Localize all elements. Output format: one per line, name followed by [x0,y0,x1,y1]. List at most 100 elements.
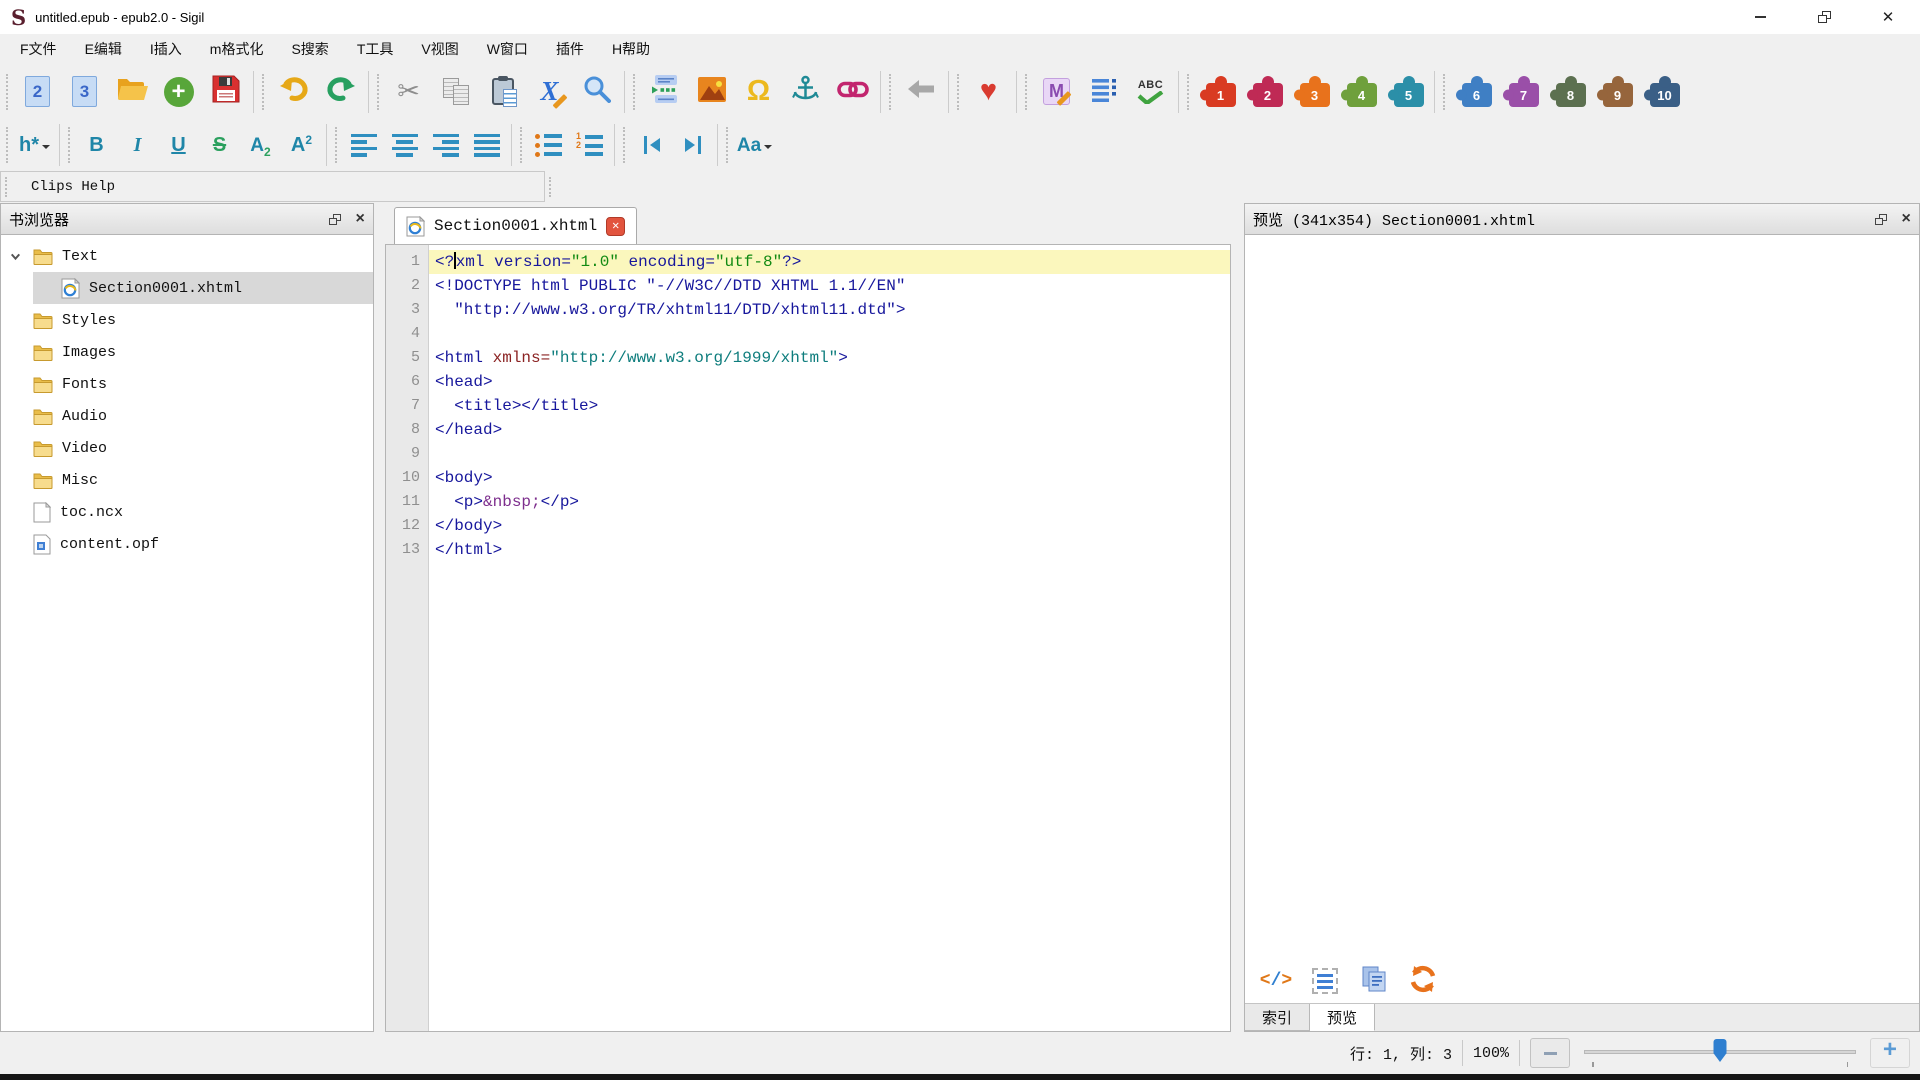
menu-item[interactable]: E编辑 [71,35,136,63]
code-line-7[interactable]: 7 <title></title> [386,394,1230,418]
redo-button[interactable] [317,69,364,115]
code-line-13[interactable]: 13</html> [386,538,1230,562]
inspect-code-button[interactable]: </> [1259,964,1293,998]
delete-button[interactable]: X [526,69,573,115]
chevron-down-icon[interactable] [9,250,33,263]
find-button[interactable] [573,69,620,115]
code-line-6[interactable]: 6<head> [386,370,1230,394]
minimize-button[interactable] [1728,0,1792,34]
subscript-button[interactable]: A2 [240,124,281,166]
indent-button[interactable] [672,124,713,166]
new-epub3-button[interactable]: 3 [61,69,108,115]
toolbar-grip[interactable] [5,177,7,197]
align-left-button[interactable] [343,124,384,166]
menu-item[interactable]: m格式化 [196,35,278,63]
plugin-3-button[interactable]: 3 [1289,69,1336,115]
code-line-2[interactable]: 2<!DOCTYPE html PUBLIC "-//W3C//DTD XHTM… [386,274,1230,298]
tree-item-text[interactable]: Text [1,240,373,272]
bold-button[interactable]: B [76,124,117,166]
copy-selection-button[interactable] [1357,964,1391,998]
cut-button[interactable]: ✂ [385,69,432,115]
tree-item-images[interactable]: Images [1,336,373,368]
italic-button[interactable]: I [117,124,158,166]
menu-item[interactable]: T工具 [343,35,408,63]
code-line-8[interactable]: 8</head> [386,418,1230,442]
toolbar-grip[interactable] [726,127,728,163]
underline-button[interactable]: U [158,124,199,166]
back-button[interactable] [897,69,944,115]
menu-item[interactable]: I插入 [136,35,196,63]
toolbar-grip[interactable] [335,127,337,163]
tree-item-styles[interactable]: Styles [1,304,373,336]
tree-item-content-opf[interactable]: content.opf [1,528,373,560]
bullet-list-button[interactable] [528,124,569,166]
code-line-10[interactable]: 10<body> [386,466,1230,490]
toolbar-grip[interactable] [262,74,264,110]
tree-item-toc-ncx[interactable]: toc.ncx [1,496,373,528]
plugin-6-button[interactable]: 6 [1451,69,1498,115]
menu-item[interactable]: W窗口 [473,35,542,63]
toolbar-grip[interactable] [549,177,551,197]
float-panel-icon[interactable] [329,214,341,225]
tab-index[interactable]: 索引 [1245,1004,1310,1031]
close-panel-icon[interactable]: × [355,211,365,227]
outdent-button[interactable] [631,124,672,166]
code-line-4[interactable]: 4 [386,322,1230,346]
restore-button[interactable] [1792,0,1856,34]
split-at-cursor-button[interactable] [641,69,688,115]
tree-item-audio[interactable]: Audio [1,400,373,432]
toolbar-grip[interactable] [623,127,625,163]
insert-image-button[interactable] [688,69,735,115]
donate-button[interactable]: ♥ [965,69,1012,115]
code-line-5[interactable]: 5<html xmlns="http://www.w3.org/1999/xht… [386,346,1230,370]
code-line-9[interactable]: 9 [386,442,1230,466]
clips-help-label[interactable]: Clips Help [31,179,115,195]
align-right-button[interactable] [425,124,466,166]
new-epub2-button[interactable]: 2 [14,69,61,115]
toolbar-grip[interactable] [68,127,70,163]
justify-button[interactable] [466,124,507,166]
toolbar-grip[interactable] [633,74,635,110]
heading-button[interactable]: h* [14,124,55,166]
menu-item[interactable]: V视图 [407,35,472,63]
menu-item[interactable]: H帮助 [598,35,664,63]
toolbar-grip[interactable] [520,127,522,163]
tree-item-video[interactable]: Video [1,432,373,464]
tree-item-fonts[interactable]: Fonts [1,368,373,400]
menu-item[interactable]: F文件 [6,35,71,63]
toolbar-grip[interactable] [1187,74,1189,110]
select-all-button[interactable] [1308,964,1342,998]
copy-button[interactable] [432,69,479,115]
insert-link-button[interactable] [829,69,876,115]
superscript-button[interactable]: A2 [281,124,322,166]
plugin-1-button[interactable]: 1 [1195,69,1242,115]
menu-item[interactable]: S搜索 [277,35,342,63]
toolbar-grip[interactable] [957,74,959,110]
code-line-1[interactable]: 1<?xml version="1.0" encoding="utf-8"?> [386,250,1230,274]
tab-close-button[interactable]: ✕ [606,217,625,236]
refresh-button[interactable] [1406,964,1440,998]
open-button[interactable] [108,69,155,115]
toolbar-grip[interactable] [6,127,8,163]
save-button[interactable] [202,69,249,115]
zoom-in-button[interactable]: + [1870,1038,1910,1068]
toolbar-grip[interactable] [1025,74,1027,110]
toolbar-grip[interactable] [1443,74,1445,110]
insert-special-character-button[interactable]: Ω [735,69,782,115]
insert-anchor-button[interactable] [782,69,829,115]
code-line-11[interactable]: 11 <p>&nbsp;</p> [386,490,1230,514]
zoom-slider[interactable] [1584,1037,1856,1069]
float-panel-icon[interactable] [1875,214,1887,225]
code-line-12[interactable]: 12</body> [386,514,1230,538]
numbered-list-button[interactable]: 1 2 [569,124,610,166]
align-center-button[interactable] [384,124,425,166]
tree-item-misc[interactable]: Misc [1,464,373,496]
strikethrough-button[interactable]: S [199,124,240,166]
code-line-3[interactable]: 3 "http://www.w3.org/TR/xhtml11/DTD/xhtm… [386,298,1230,322]
add-existing-files-button[interactable]: + [155,69,202,115]
undo-button[interactable] [270,69,317,115]
plugin-2-button[interactable]: 2 [1242,69,1289,115]
metadata-editor-button[interactable]: M [1033,69,1080,115]
editor-tab-section0001[interactable]: Section0001.xhtml ✕ [394,207,637,244]
tree-item-section0001-xhtml[interactable]: Section0001.xhtml [1,272,373,304]
